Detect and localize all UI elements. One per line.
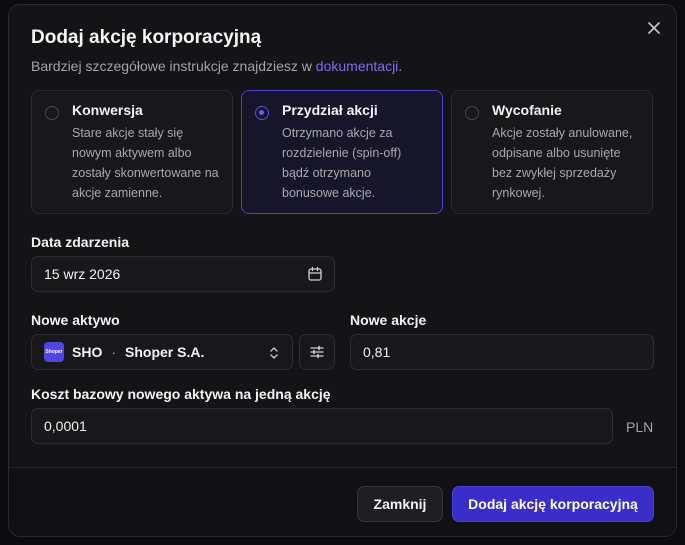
- option-description: Akcje zostały anulowane, odpisane albo u…: [492, 126, 633, 200]
- radio-conversion[interactable]: [45, 106, 59, 120]
- new-shares-value: 0,81: [363, 344, 391, 360]
- radio-allotment[interactable]: [255, 106, 269, 120]
- asset-name: Shoper S.A.: [125, 344, 205, 360]
- corporate-action-dialog: Dodaj akcję korporacyjną Bardziej szczeg…: [8, 4, 677, 537]
- close-button[interactable]: Zamknij: [357, 486, 443, 522]
- subtitle-suffix: .: [398, 58, 403, 74]
- documentation-link[interactable]: dokumentacji: [316, 58, 399, 74]
- option-title: Przydział akcji: [282, 102, 378, 118]
- chevron-up-down-icon: [270, 347, 278, 359]
- dialog-subtitle: Bardziej szczegółowe instrukcje znajdzie…: [31, 58, 402, 74]
- option-description: Otrzymano akcje za rozdzielenie (spin-of…: [282, 126, 402, 200]
- currency-label: PLN: [626, 419, 654, 435]
- event-date-field[interactable]: 15 wrz 2026: [31, 256, 335, 292]
- event-date-value: 15 wrz 2026: [44, 266, 121, 282]
- dialog-title: Dodaj akcję korporacyjną: [31, 27, 262, 48]
- asset-ticker: SHO: [72, 344, 103, 360]
- option-conversion[interactable]: Konwersja Stare akcje stały się nowym ak…: [31, 90, 233, 214]
- action-type-options: Konwersja Stare akcje stały się nowym ak…: [31, 90, 653, 214]
- option-allotment[interactable]: Przydział akcji Otrzymano akcje za rozdz…: [241, 90, 443, 214]
- cost-basis-value: 0,0001: [44, 418, 87, 434]
- option-title: Konwersja: [72, 102, 143, 118]
- new-shares-input[interactable]: 0,81: [350, 334, 654, 370]
- asset-separator: ·: [111, 344, 117, 360]
- asset-logo-text: Shoper: [45, 349, 63, 355]
- dialog-footer: Zamknij Dodaj akcję korporacyjną: [9, 467, 676, 536]
- new-asset-select[interactable]: Shoper SHO · Shoper S.A.: [31, 334, 293, 370]
- option-withdrawal[interactable]: Wycofanie Akcje zostały anulowane, odpis…: [451, 90, 653, 214]
- asset-settings-button[interactable]: [299, 334, 335, 370]
- event-date-label: Data zdarzenia: [31, 234, 130, 250]
- option-title: Wycofanie: [492, 102, 562, 118]
- close-icon[interactable]: [645, 19, 663, 37]
- new-asset-label: Nowe aktywo: [31, 312, 120, 328]
- radio-withdrawal[interactable]: [465, 106, 479, 120]
- sliders-icon: [310, 345, 324, 359]
- new-shares-label: Nowe akcje: [350, 312, 427, 328]
- calendar-icon: [308, 266, 322, 281]
- cost-basis-label: Koszt bazowy nowego aktywa na jedną akcj…: [31, 386, 331, 402]
- add-corporate-action-button[interactable]: Dodaj akcję korporacyjną: [452, 486, 654, 522]
- cost-basis-input[interactable]: 0,0001: [31, 408, 613, 444]
- asset-logo-icon: Shoper: [44, 342, 64, 362]
- subtitle-text: Bardziej szczegółowe instrukcje znajdzie…: [31, 58, 316, 74]
- option-description: Stare akcje stały się nowym aktywem albo…: [72, 126, 219, 200]
